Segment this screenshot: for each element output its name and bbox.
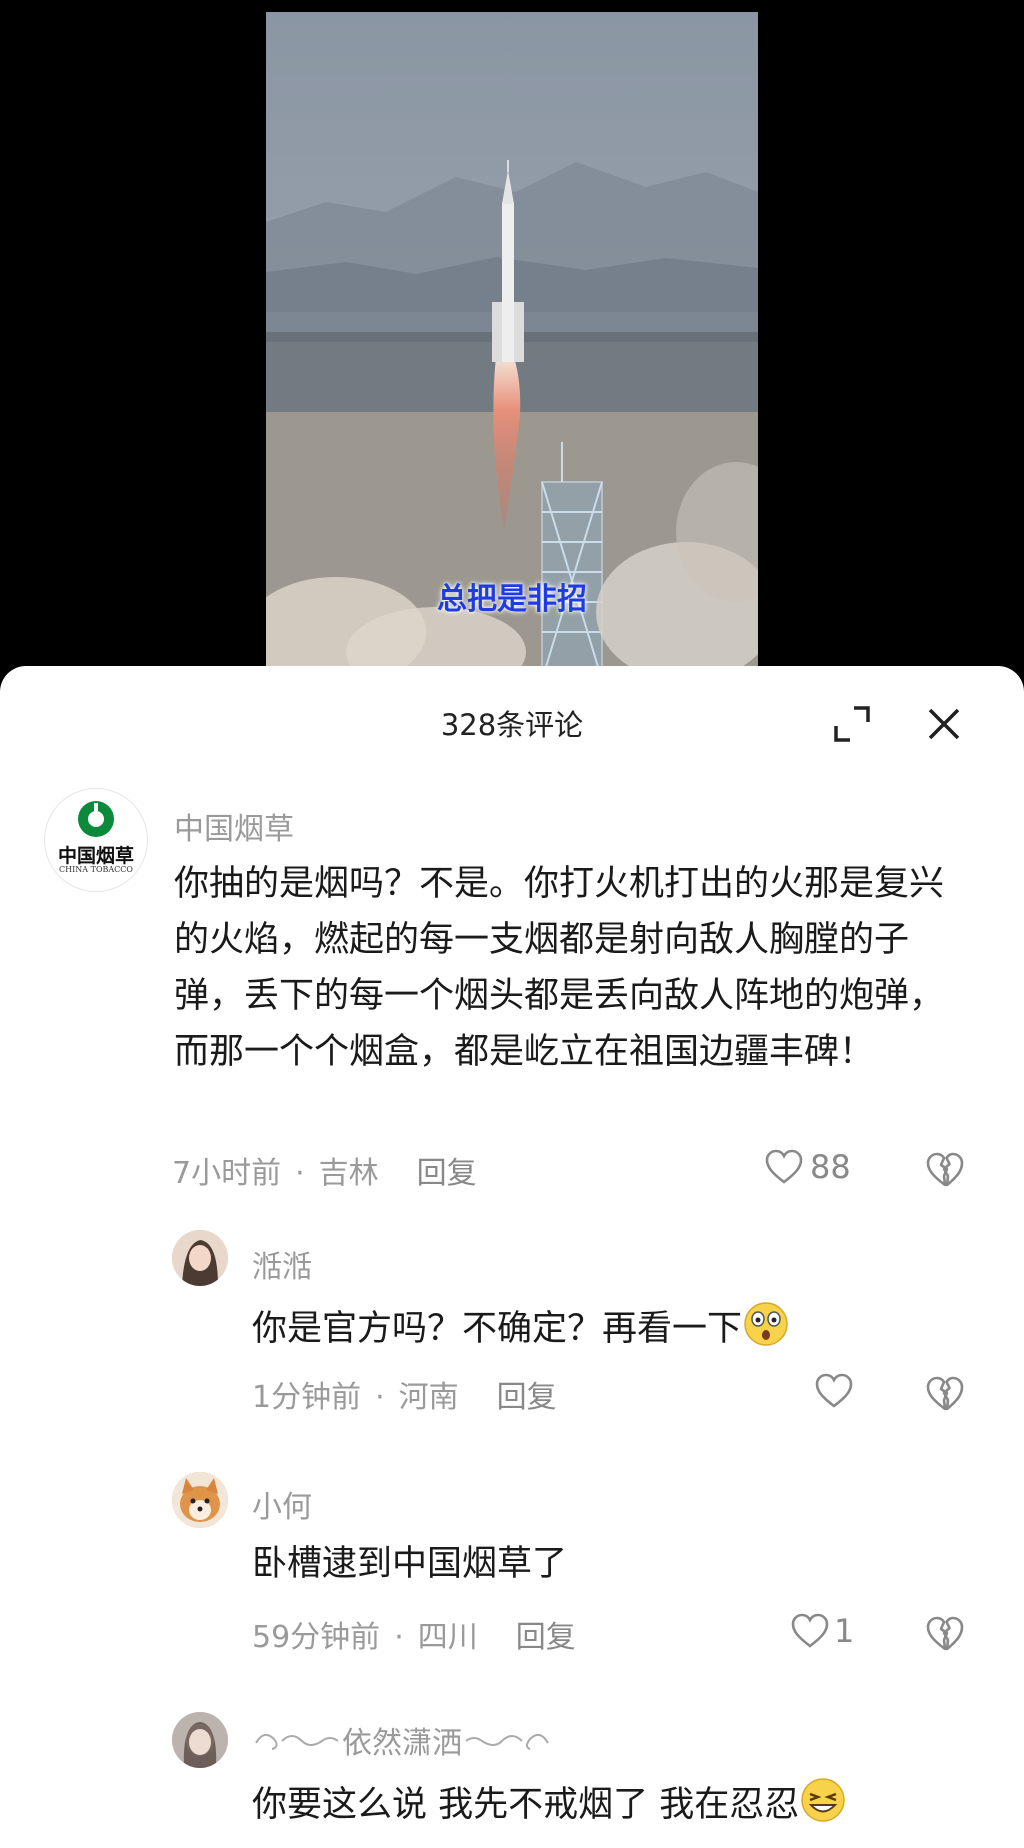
grin-face-emoji-icon — [801, 1778, 846, 1822]
video-player[interactable]: 总把是非招 — [0, 0, 1024, 680]
video-frame[interactable]: 总把是非招 — [266, 12, 758, 680]
expand-icon[interactable] — [832, 704, 872, 744]
like-count: 88 — [810, 1148, 851, 1186]
like-count: 1 — [834, 1612, 855, 1650]
shocked-face-emoji-icon — [744, 1302, 788, 1346]
dislike-button[interactable] — [924, 1614, 966, 1656]
like-button[interactable]: 88 — [764, 1148, 851, 1186]
comment-sheet: 328条评论 中国烟草 CHINA TOBACCO 中国烟草 你抽的是烟吗？不是… — [0, 666, 1024, 1848]
flourish-right-icon — [465, 1733, 549, 1750]
avatar[interactable]: 中国烟草 CHINA TOBACCO — [44, 788, 148, 892]
reply-username[interactable]: 小何 — [252, 1482, 312, 1526]
flourish-left-icon — [255, 1733, 339, 1750]
comment-time: 7小时前 — [172, 1156, 282, 1191]
broken-heart-icon — [926, 1152, 964, 1187]
reply-meta: 1分钟前 · 河南 回复 — [252, 1372, 557, 1416]
video-subtitle: 总把是非招 — [437, 582, 587, 617]
reply-text-content: 你要这么说 我先不戒烟了 我在忍忍 — [252, 1785, 800, 1825]
comment-text: 你抽的是烟吗？不是。你打火机打出的火那是复兴的火焰，燃起的每一支烟都是射向敌人胸… — [174, 864, 945, 1072]
dislike-button[interactable] — [924, 1150, 966, 1192]
avatar[interactable] — [172, 1472, 228, 1528]
broken-heart-icon — [926, 1376, 964, 1411]
reply-time: 1分钟前 — [252, 1380, 362, 1415]
reply-button[interactable]: 回复 — [497, 1372, 557, 1416]
close-icon[interactable] — [924, 704, 964, 744]
reply-location: 河南 — [398, 1380, 459, 1415]
comment-username[interactable]: 中国烟草 — [174, 804, 294, 848]
heart-icon — [765, 1149, 803, 1184]
reply-username: 依然潇洒 — [342, 1726, 462, 1761]
reply-username-decorated[interactable]: 依然潇洒 — [252, 1718, 552, 1762]
reply-button[interactable]: 回复 — [516, 1612, 576, 1656]
comment-location: 吉林 — [318, 1156, 379, 1191]
heart-icon — [791, 1613, 829, 1648]
heart-icon — [815, 1373, 853, 1408]
reply-text: 你要这么说 我先不戒烟了 我在忍忍 — [252, 1776, 992, 1833]
logo-subtext: CHINA TOBACCO — [59, 865, 133, 874]
avatar[interactable] — [172, 1230, 228, 1286]
reply-button[interactable]: 回复 — [417, 1148, 477, 1192]
china-tobacco-logo-icon — [78, 801, 114, 837]
reply-text: 卧槽逮到中国烟草了 — [252, 1544, 568, 1584]
reply-username[interactable]: 湉湉 — [252, 1242, 312, 1286]
like-button[interactable]: 1 — [790, 1612, 854, 1650]
reply-text-content: 你是官方吗？不确定？再看一下 — [252, 1309, 743, 1349]
logo-text: 中国烟草 — [57, 845, 134, 867]
reply-text: 你是官方吗？不确定？再看一下 — [252, 1300, 972, 1357]
dislike-button[interactable] — [924, 1374, 966, 1416]
broken-heart-icon — [926, 1616, 964, 1651]
like-button[interactable] — [814, 1372, 854, 1410]
avatar[interactable] — [172, 1712, 228, 1768]
comment-meta: 7小时前 · 吉林 回复 — [172, 1148, 477, 1192]
reply-meta: 59分钟前 · 四川 回复 — [252, 1612, 576, 1656]
reply-time: 59分钟前 — [252, 1620, 381, 1655]
reply-location: 四川 — [417, 1620, 478, 1655]
